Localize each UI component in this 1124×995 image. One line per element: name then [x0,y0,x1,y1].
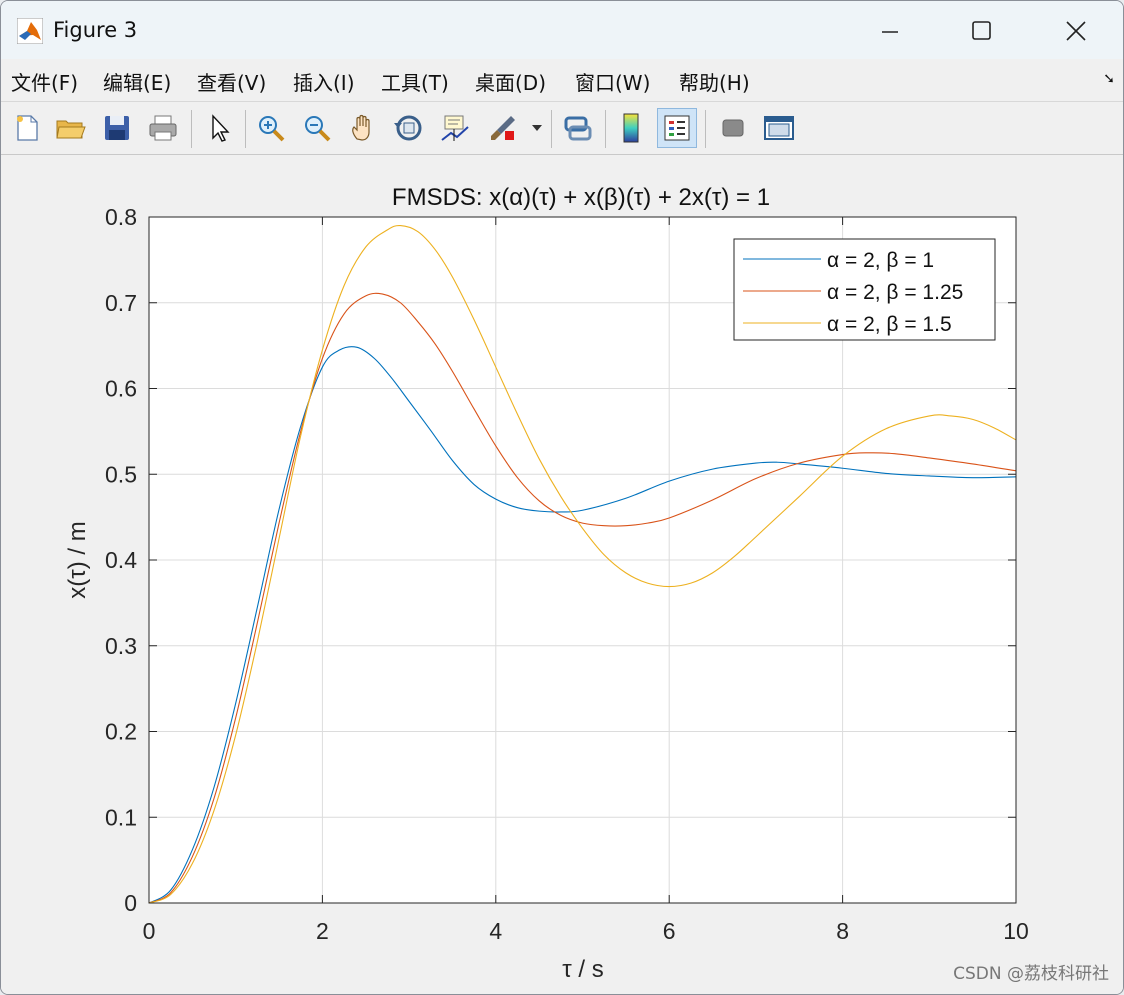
zoom-out-button[interactable] [297,108,337,148]
colorbar-button[interactable] [611,108,651,148]
maximize-icon [972,21,991,40]
close-icon [1066,21,1086,41]
data-cursor-button[interactable] [435,108,475,148]
data-cursor-icon [441,115,469,141]
watermark: CSDN @荔枝科研社 [953,964,1109,984]
legend-entry: α = 2, β = 1.5 [827,313,952,336]
y-tick-label: 0.2 [105,719,137,745]
brush-button[interactable] [483,108,523,148]
print-icon [149,115,177,141]
rotate-3d-icon [394,115,422,141]
y-tick-label: 0.4 [105,547,137,573]
new-figure-icon [17,115,38,141]
show-plot-tools-icon [764,116,794,140]
hide-plot-tools-button[interactable] [713,108,753,148]
brush-dropdown[interactable] [527,108,547,148]
link-plot-button[interactable] [557,108,597,148]
y-tick-label: 0 [124,890,137,916]
menu-bar: 文件(F) 编辑(E) 查看(V) 插入(I) 工具(T) 桌面(D) 窗口(W… [1,59,1123,99]
zoom-out-icon [305,116,331,142]
menu-insert[interactable]: 插入(I) [293,67,355,96]
menu-desktop[interactable]: 桌面(D) [475,67,546,96]
edit-plot-button[interactable] [199,108,239,148]
legend-entry: α = 2, β = 1.25 [827,281,963,304]
zoom-in-button[interactable] [251,108,291,148]
rotate-3d-button[interactable] [389,108,429,148]
menu-view[interactable]: 查看(V) [197,67,266,96]
y-tick-label: 0.3 [105,633,137,659]
x-tick-label: 4 [489,918,502,944]
x-tick-label: 2 [316,918,329,944]
y-axis-label: x(τ) / m [64,521,91,598]
y-tick-label: 0.6 [105,376,137,402]
menu-file[interactable]: 文件(F) [11,67,78,96]
open-file-icon [56,120,86,139]
figure-canvas[interactable]: 0 2 4 6 8 10 0 0.1 0.2 0.3 0.4 0.5 0.6 0.7 0.8 FMSDS:… [1,155,1123,994]
link-plot-icon [564,116,592,141]
menu-window[interactable]: 窗口(W) [575,67,650,96]
save-icon [105,116,129,140]
toolbar-separator [191,110,192,148]
menu-edit[interactable]: 编辑(E) [103,67,171,96]
y-tick-label: 0.8 [105,204,137,230]
chevron-down-icon [532,125,542,131]
y-tick-label: 0.7 [105,290,137,316]
legend-button[interactable] [657,108,697,148]
minimize-icon [882,31,898,33]
figure-toolbar [1,101,1123,155]
x-tick-label: 8 [836,918,849,944]
toolbar-separator [551,110,552,148]
title-bar[interactable]: Figure 3 [1,1,1123,59]
legend[interactable]: α = 2, β = 1 α = 2, β = 1.25 α = 2, β = … [733,238,996,341]
edit-plot-icon [212,114,230,142]
hide-plot-tools-icon [722,119,744,137]
dock-arrow-icon[interactable]: ➘ [1103,71,1115,87]
open-file-button[interactable] [51,108,91,148]
save-button[interactable] [97,108,137,148]
plot-area[interactable]: 0 2 4 6 8 10 0 0.1 0.2 0.3 0.4 0.5 0.6 0.7 0.8 FMSDS:… [1,155,1123,994]
maximize-button[interactable] [959,11,1005,51]
print-button[interactable] [143,108,183,148]
y-tick-label: 0.5 [105,461,137,487]
pan-icon [352,114,370,141]
toolbar-separator [245,110,246,148]
x-tick-label: 10 [1003,918,1029,944]
show-plot-tools-button[interactable] [759,108,799,148]
minimize-button[interactable] [867,11,913,51]
legend-entry: α = 2, β = 1 [827,249,934,272]
zoom-in-icon [259,116,285,142]
toolbar-separator [605,110,606,148]
brush-icon [491,116,515,140]
close-button[interactable] [1053,11,1099,51]
pan-button[interactable] [343,108,383,148]
colorbar-icon [623,113,639,143]
x-tick-label: 6 [663,918,676,944]
menu-tools[interactable]: 工具(T) [381,67,449,96]
new-figure-button[interactable] [7,108,47,148]
legend-icon [664,115,690,141]
window-title: Figure 3 [53,18,138,42]
toolbar-separator [705,110,706,148]
chart-title: FMSDS: x(α)(τ) + x(β)(τ) + 2x(τ) = 1 [392,184,770,211]
x-axis-label: τ / s [562,956,603,983]
menu-help[interactable]: 帮助(H) [679,67,750,96]
figure-window: Figure 3 文件(F) 编辑(E) 查看(V) 插入(I) 工具(T) 桌… [0,0,1124,995]
x-tick-label: 0 [143,918,156,944]
y-tick-label: 0.1 [105,804,137,830]
matlab-logo-icon [16,17,44,45]
